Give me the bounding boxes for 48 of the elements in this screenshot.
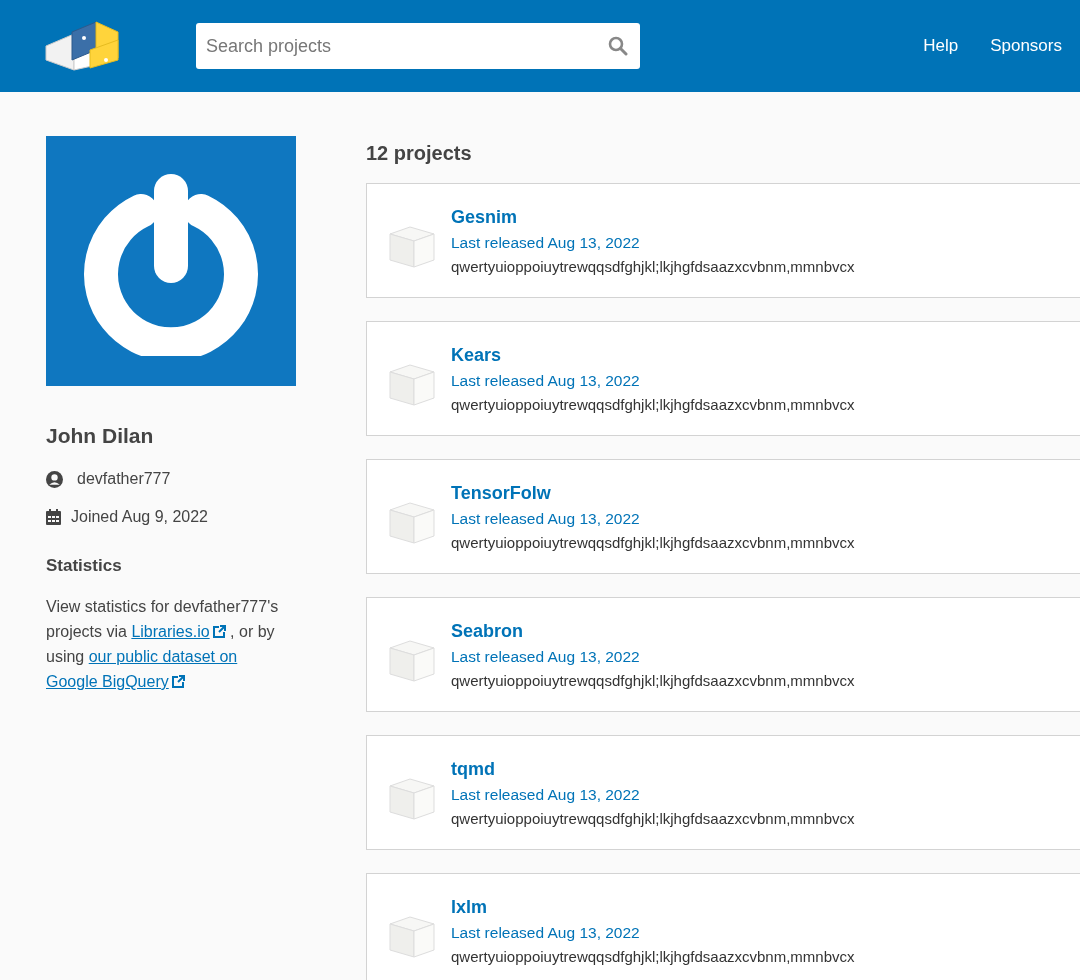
cube-icon bbox=[389, 637, 435, 682]
project-description: qwertyuioppoiuytrewqqsdfghjkl;lkjhgfdsaazxcvbnm,mmnbvcx bbox=[451, 533, 855, 551]
project-description: qwertyuioppoiuytrewqqsdfghjkl;lkjhgfdsaazxcvbnm,mmnbvcx bbox=[451, 257, 855, 275]
project-name: TensorFolw bbox=[451, 482, 552, 504]
project-card[interactable]: tqmd Last released Aug 13, 2022 qwertyuioppoiuytrewqqsdfghjkl;lkjhgfdsaazxcvbnm,mmnbvcx bbox=[366, 735, 1080, 850]
external-link-icon bbox=[212, 625, 226, 638]
project-name: Kears bbox=[451, 344, 503, 366]
project-description: qwertyuioppoiuytrewqqsdfghjkl;lkjhgfdsaazxcvbnm,mmnbvcx bbox=[451, 671, 855, 689]
project-card[interactable]: Gesnim Last released Aug 13, 2022 qwertyuioppoiuytrewqqsdfghjkl;lkjhgfdsaazxcvbnm,mmnbvcx bbox=[366, 183, 1080, 298]
project-card[interactable]: TensorFolw Last released Aug 13, 2022 qwertyuioppoiuytrewqqsdfghjkl;lkjhgfdsaazxcvbnm,mmnbvcx bbox=[366, 459, 1080, 574]
project-card[interactable]: Seabron Last released Aug 13, 2022 qwertyuioppoiuytrewqqsdfghjkl;lkjhgfdsaazxcvbnm,mmnbvcx bbox=[366, 597, 1080, 712]
release-date: Last released Aug 13, 2022 bbox=[451, 785, 641, 804]
project-card[interactable]: Kears Last released Aug 13, 2022 qwertyuioppoiuytrewqqsdfghjkl;lkjhgfdsaazxcvbnm,mmnbvcx bbox=[366, 321, 1080, 436]
search-icon[interactable] bbox=[608, 36, 628, 56]
nav-link[interactable]: Sponsors bbox=[990, 36, 1062, 56]
project-name: Gesnim bbox=[451, 206, 519, 228]
external-link[interactable]: Google BigQuery bbox=[46, 673, 185, 690]
projects-count: 12 projects bbox=[366, 142, 473, 165]
project-card[interactable]: lxlm Last released Aug 13, 2022 qwertyuioppoiuytrewqqsdfghjkl;lkjhgfdsaazxcvbnm,mmnbvcx bbox=[366, 873, 1080, 980]
project-name: Seabron bbox=[451, 620, 525, 642]
user-name: John Dilan bbox=[46, 424, 155, 448]
cube-icon bbox=[389, 223, 435, 268]
project-name: lxlm bbox=[451, 896, 489, 918]
joined-date: Joined Aug 9, 2022 bbox=[71, 508, 208, 526]
external-link-icon bbox=[171, 675, 185, 688]
statistics-text: View statistics for devfather777's projects via Libraries.io , or by using our public dataset on Google BigQuery bbox=[46, 597, 280, 692]
project-name: tqmd bbox=[451, 758, 496, 780]
statistics-heading: Statistics bbox=[46, 556, 123, 576]
search-field[interactable]: Search projects bbox=[196, 23, 640, 69]
username: devfather777 bbox=[77, 470, 171, 488]
cube-icon bbox=[389, 499, 435, 544]
project-description: qwertyuioppoiuytrewqqsdfghjkl;lkjhgfdsaazxcvbnm,mmnbvcx bbox=[451, 947, 855, 965]
project-description: qwertyuioppoiuytrewqqsdfghjkl;lkjhgfdsaazxcvbnm,mmnbvcx bbox=[451, 809, 855, 827]
cube-icon bbox=[389, 913, 435, 958]
project-description: qwertyuioppoiuytrewqqsdfghjkl;lkjhgfdsaazxcvbnm,mmnbvcx bbox=[451, 395, 855, 413]
user-icon bbox=[46, 470, 63, 488]
cubes-logo-icon[interactable] bbox=[44, 20, 120, 72]
release-date: Last released Aug 13, 2022 bbox=[451, 371, 641, 390]
external-link[interactable]: our public dataset on bbox=[88, 648, 238, 665]
calendar-icon bbox=[46, 509, 61, 525]
release-date: Last released Aug 13, 2022 bbox=[451, 233, 641, 252]
external-link[interactable]: Libraries.io bbox=[131, 623, 226, 640]
release-date: Last released Aug 13, 2022 bbox=[451, 923, 641, 942]
release-date: Last released Aug 13, 2022 bbox=[451, 647, 641, 666]
nav-link[interactable]: Help bbox=[923, 36, 959, 56]
release-date: Last released Aug 13, 2022 bbox=[451, 509, 641, 528]
cube-icon bbox=[389, 775, 435, 820]
cube-icon bbox=[389, 361, 435, 406]
